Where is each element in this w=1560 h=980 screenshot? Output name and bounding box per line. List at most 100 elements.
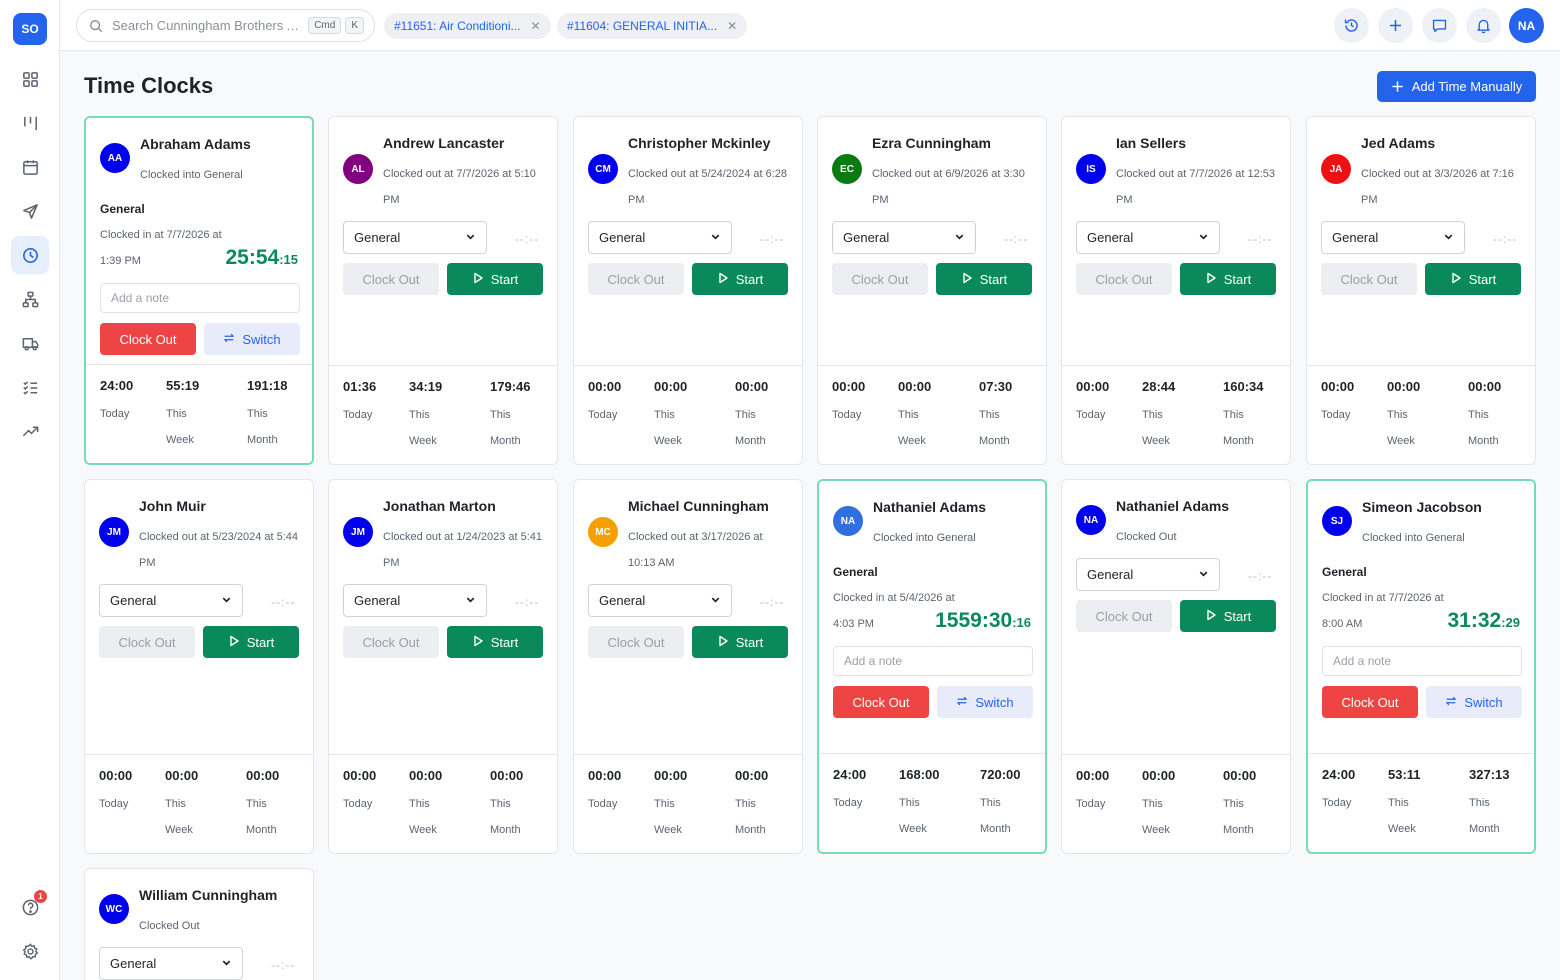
- help-icon[interactable]: 1: [11, 888, 49, 926]
- job-select-value: General: [354, 593, 401, 608]
- settings-gear-icon[interactable]: [11, 932, 49, 970]
- clock-out-button[interactable]: Clock Out: [1076, 263, 1172, 295]
- top-bar: Search Cunningham Brothers A... Cmd K #1…: [60, 0, 1560, 51]
- job-select[interactable]: General: [99, 584, 243, 617]
- month-total: 191:18: [247, 378, 288, 393]
- week-label: This Week: [654, 409, 682, 447]
- calendar-icon[interactable]: [11, 148, 49, 186]
- company-logo[interactable]: SO: [13, 13, 47, 45]
- history-icon[interactable]: [1334, 8, 1369, 43]
- time-clock-card: JM Jonathan Marton Clocked out at 1/24/202…: [328, 479, 558, 854]
- start-label: Start: [490, 271, 519, 287]
- clock-out-button[interactable]: Clock Out: [832, 263, 928, 295]
- send-icon[interactable]: [11, 192, 49, 230]
- today-label: Today: [833, 797, 863, 809]
- trending-up-icon[interactable]: [11, 412, 49, 450]
- org-chart-icon[interactable]: [11, 280, 49, 318]
- job-select[interactable]: General: [588, 221, 732, 254]
- clock-out-button[interactable]: Clock Out: [100, 323, 196, 355]
- close-icon[interactable]: ✕: [727, 19, 737, 33]
- timer-main: 31:32: [1447, 609, 1502, 632]
- switch-button[interactable]: Switch: [937, 686, 1033, 718]
- today-total: 00:00: [588, 768, 622, 783]
- clock-out-button[interactable]: Clock Out: [588, 626, 684, 658]
- clock-out-button[interactable]: Clock Out: [343, 626, 439, 658]
- month-total: 00:00: [1223, 768, 1257, 783]
- employee-name: Nathaniel Adams: [1116, 498, 1230, 514]
- clock-out-button[interactable]: Clock Out: [99, 626, 195, 658]
- chevron-down-icon: [710, 593, 721, 608]
- clock-out-button[interactable]: Clock Out: [833, 686, 929, 718]
- time-summary: 00:00 Today 00:00 This Week 00:00 This Mont…: [574, 365, 802, 464]
- start-button[interactable]: Start: [1180, 263, 1276, 295]
- job-select[interactable]: General: [588, 584, 732, 617]
- today-label: Today: [100, 408, 130, 420]
- employee-avatar: SJ: [1322, 506, 1352, 536]
- play-icon: [472, 272, 484, 287]
- job-select[interactable]: General: [1321, 221, 1465, 254]
- time-clock-card: NA Nathaniel Adams Clocked Out General --:--…: [1061, 479, 1291, 854]
- note-input[interactable]: Add a note: [1322, 646, 1522, 676]
- week-label: This Week: [1142, 798, 1170, 836]
- switch-button[interactable]: Switch: [204, 323, 300, 355]
- timer-seconds: :29: [1501, 615, 1520, 630]
- job-select[interactable]: General: [99, 947, 243, 980]
- search-input[interactable]: Search Cunningham Brothers A... Cmd K: [76, 9, 375, 42]
- start-button[interactable]: Start: [692, 263, 788, 295]
- job-tab-label: #11604: GENERAL INITIA...: [567, 19, 718, 33]
- add-time-manually-button[interactable]: Add Time Manually: [1377, 71, 1536, 102]
- start-button[interactable]: Start: [1180, 600, 1276, 632]
- start-button[interactable]: Start: [447, 263, 543, 295]
- timer-placeholder: --:--: [515, 595, 540, 609]
- job-select[interactable]: General: [343, 221, 487, 254]
- time-summary: 00:00 Today 00:00 This Week 00:00 This Mont…: [85, 754, 313, 853]
- elapsed-timer: 31:32:29: [1447, 609, 1520, 633]
- job-tab-11604[interactable]: #11604: GENERAL INITIA... ✕: [557, 13, 748, 39]
- job-select-value: General: [1087, 230, 1134, 245]
- dashboard-icon[interactable]: [11, 60, 49, 98]
- switch-button[interactable]: Switch: [1426, 686, 1522, 718]
- start-button[interactable]: Start: [447, 626, 543, 658]
- job-select[interactable]: General: [1076, 221, 1220, 254]
- job-select[interactable]: General: [832, 221, 976, 254]
- clock-out-button[interactable]: Clock Out: [1076, 600, 1172, 632]
- week-total: 00:00: [165, 768, 199, 783]
- truck-icon[interactable]: [11, 324, 49, 362]
- clock-out-button[interactable]: Clock Out: [588, 263, 684, 295]
- start-button[interactable]: Start: [692, 626, 788, 658]
- clocked-in-time: Clocked in at 7/7/2026 at 8:00 AM: [1322, 592, 1444, 630]
- today-label: Today: [343, 409, 373, 421]
- employee-name: Ian Sellers: [1116, 135, 1187, 151]
- clock-out-button[interactable]: Clock Out: [1321, 263, 1417, 295]
- clock-out-button[interactable]: Clock Out: [343, 263, 439, 295]
- job-tab-11651[interactable]: #11651: Air Conditioni... ✕: [384, 13, 551, 39]
- chat-icon[interactable]: [1422, 8, 1457, 43]
- clock-icon[interactable]: [11, 236, 49, 274]
- job-select[interactable]: General: [343, 584, 487, 617]
- employee-avatar: NA: [1076, 505, 1106, 535]
- clock-status: Clocked out at 3/3/2026 at 7:16 PM: [1361, 168, 1514, 206]
- clock-status: Clocked Out: [1116, 531, 1177, 543]
- note-input[interactable]: Add a note: [100, 283, 300, 313]
- note-input[interactable]: Add a note: [833, 646, 1033, 676]
- employee-avatar: NA: [833, 506, 863, 536]
- sidebar: SO 1: [0, 0, 60, 980]
- job-select[interactable]: General: [1076, 558, 1220, 591]
- time-clock-card: NA Nathaniel Adams Clocked into General Gen…: [817, 479, 1047, 854]
- board-icon[interactable]: [11, 104, 49, 142]
- user-avatar[interactable]: NA: [1509, 8, 1544, 43]
- start-button[interactable]: Start: [936, 263, 1032, 295]
- plus-icon[interactable]: [1378, 8, 1413, 43]
- week-total: 55:19: [166, 378, 200, 393]
- start-button[interactable]: Start: [203, 626, 299, 658]
- close-icon[interactable]: ✕: [531, 19, 541, 33]
- week-total: 28:44: [1142, 379, 1176, 394]
- start-button[interactable]: Start: [1425, 263, 1521, 295]
- employee-name: Christopher Mckinley: [628, 135, 771, 151]
- today-total: 00:00: [588, 379, 622, 394]
- clock-out-button[interactable]: Clock Out: [1322, 686, 1418, 718]
- month-total: 179:46: [490, 379, 531, 394]
- checklist-icon[interactable]: [11, 368, 49, 406]
- employee-avatar: JM: [99, 517, 129, 547]
- bell-icon[interactable]: [1466, 8, 1501, 43]
